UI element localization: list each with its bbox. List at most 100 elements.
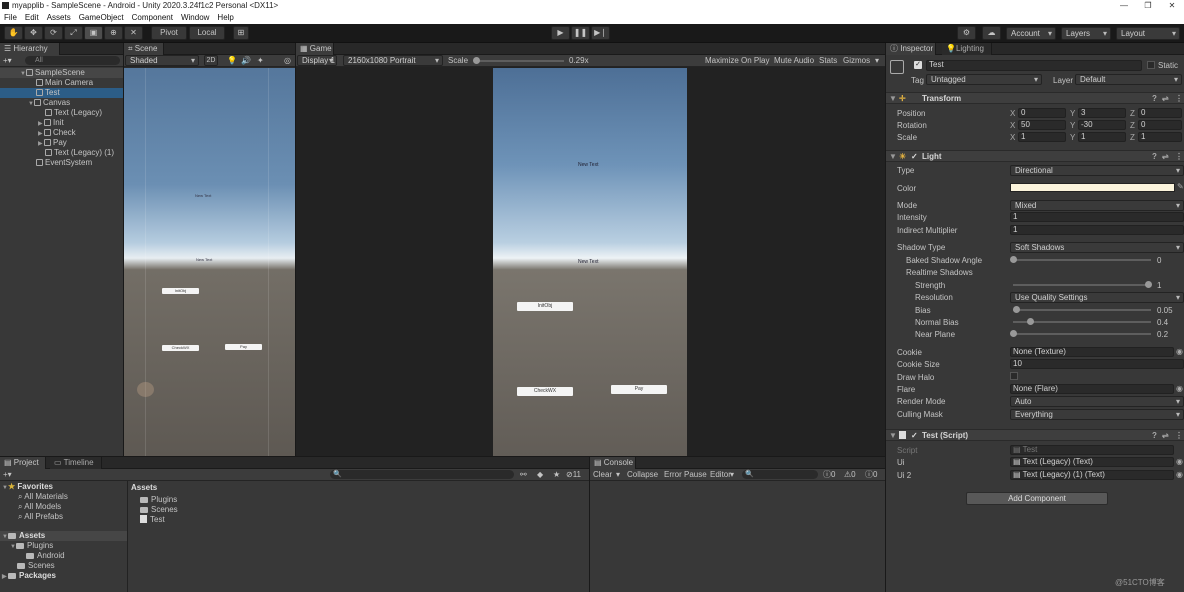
assets-breadcrumb[interactable]: Assets [131,483,157,493]
minimize-icon[interactable]: — [1112,0,1136,11]
fav-all-materials[interactable]: ⌕ All Materials [18,492,68,502]
scale-z-field[interactable]: 1 [1138,132,1182,142]
hidden-count-icon[interactable]: ⊘11 [566,469,581,481]
hierarchy-item-test[interactable]: Test [0,88,123,98]
position-x-field[interactable]: 0 [1018,108,1066,118]
light-header[interactable]: ▼ ☀ ✓ Light ? ⇌ ⋮ [886,150,1184,162]
active-checkbox[interactable]: ✓ [914,61,922,69]
resolution-dropdown[interactable]: 2160x1080 Portrait [343,55,443,66]
more-icon[interactable]: ⋮ [1175,430,1183,441]
menu-component[interactable]: Component [128,11,177,24]
error-count[interactable]: ⓘ0 [865,469,877,481]
hierarchy-item-text-legacy[interactable]: Text (Legacy) [0,108,123,118]
add-component-button[interactable]: Add Component [966,492,1108,505]
bias-value[interactable]: 0.05 [1157,306,1173,315]
intensity-field[interactable]: 1 [1010,212,1184,222]
favorite-star-icon[interactable]: ★ [553,469,560,481]
tab-scene[interactable]: ⌗ Scene [124,43,164,55]
hierarchy-item-check[interactable]: ▶ Check [0,128,123,138]
assets-tree-root[interactable]: ▼ Assets [0,531,127,541]
collapse-toggle[interactable]: Collapse [627,469,658,481]
help-icon[interactable]: ? [1152,151,1157,162]
help-icon[interactable]: ? [1152,430,1157,441]
hierarchy-item-text-legacy-1[interactable]: Text (Legacy) (1) [0,148,123,158]
menu-assets[interactable]: Assets [43,11,75,24]
log-count[interactable]: ⓘ0 [823,469,835,481]
display-dropdown[interactable]: Display 1 [297,55,337,66]
near-plane-track[interactable] [1013,333,1151,335]
eyedropper-icon[interactable]: ✎ [1177,182,1184,191]
gizmos-chevron-icon[interactable]: ▾ [875,55,879,67]
strength-value[interactable]: 1 [1157,281,1161,290]
strength-knob[interactable] [1145,281,1152,288]
tab-hierarchy[interactable]: ☰ Hierarchy [0,43,60,55]
ui2-field[interactable]: ▤ Text (Legacy) (1) (Text) [1010,470,1174,480]
asset-test-script[interactable]: Test [140,515,165,525]
hierarchy-item-canvas[interactable]: ▼ Canvas [0,98,123,108]
flare-field[interactable]: None (Flare) [1010,384,1174,394]
scale-y-field[interactable]: 1 [1078,132,1126,142]
editor-chevron-icon[interactable]: ▾ [730,469,734,481]
more-icon[interactable]: ⋮ [1175,151,1183,162]
visibility-icon[interactable]: ◎ [284,55,291,67]
transform-tool-icon[interactable]: ⊕ [104,26,123,40]
add-icon[interactable]: +▾ [3,55,12,67]
presets-icon[interactable]: ⇌ [1162,151,1169,162]
pause-icon[interactable]: ❚❚ [571,26,590,40]
object-picker-icon[interactable]: ◉ [1176,384,1183,393]
cloud-icon[interactable]: ☁ [982,26,1001,40]
asset-plugins[interactable]: Plugins [140,495,177,505]
tab-timeline[interactable]: ▭ Timeline [50,457,102,469]
layer-dropdown[interactable]: Default [1075,74,1182,85]
shadow-resolution-dropdown[interactable]: Use Quality Settings [1010,292,1184,303]
presets-icon[interactable]: ⇌ [1162,93,1169,104]
game-init-button[interactable]: InitObj [517,302,573,311]
fav-all-prefabs[interactable]: ⌕ All Prefabs [18,512,63,522]
tab-console[interactable]: ▤ Console [590,457,636,469]
light-color-swatch[interactable] [1010,183,1175,192]
account-dropdown[interactable]: Account [1006,27,1056,40]
favorites-header[interactable]: ▼★ Favorites [2,482,53,492]
script-enabled-checkbox[interactable]: ✓ [911,430,918,441]
bias-track[interactable] [1013,309,1151,311]
project-add-icon[interactable]: +▾ [3,469,12,481]
directional-light-gizmo-icon[interactable] [137,382,154,397]
light-enabled-checkbox[interactable]: ✓ [911,151,918,162]
rotation-x-field[interactable]: 50 [1018,120,1066,130]
scale-x-field[interactable]: 1 [1018,132,1066,142]
fx-toggle-icon[interactable]: ✦ [257,55,264,67]
hierarchy-item-eventsystem[interactable]: EventSystem [0,158,123,168]
tab-lighting[interactable]: 💡Lighting [942,43,992,55]
light-type-dropdown[interactable]: Directional [1010,165,1184,176]
grid-snap-icon[interactable]: ⊞ [233,26,249,40]
tree-android[interactable]: Android [26,551,65,561]
menu-help[interactable]: Help [213,11,237,24]
hierarchy-item-init[interactable]: ▶ Init [0,118,123,128]
filter-type-icon[interactable]: ⚯ [520,469,527,481]
local-toggle[interactable]: Local [189,26,225,40]
filter-label-icon[interactable]: ◆ [537,469,543,481]
cookie-size-field[interactable]: 10 [1010,359,1184,369]
error-pause-toggle[interactable]: Error Pause [664,469,707,481]
maximize-on-play-toggle[interactable]: Maximize On Play [705,55,769,67]
normal-bias-value[interactable]: 0.4 [1157,318,1168,327]
scale-slider-track[interactable] [474,60,564,62]
culling-mask-dropdown[interactable]: Everything [1010,409,1184,420]
menu-file[interactable]: File [0,11,21,24]
hierarchy-item-scene[interactable]: ▼ SampleScene [0,68,123,78]
object-name-field[interactable]: Test [926,60,1142,71]
scale-slider-knob[interactable] [473,57,480,64]
light-toggle-icon[interactable]: 💡 [227,55,237,67]
2d-toggle[interactable]: 2D [204,55,218,66]
tab-game[interactable]: ▦ Game [296,43,334,55]
strength-track[interactable] [1013,284,1151,286]
draw-halo-checkbox[interactable] [1010,372,1018,380]
asset-scenes[interactable]: Scenes [140,505,178,515]
light-mode-dropdown[interactable]: Mixed [1010,200,1184,211]
custom-tool-icon[interactable]: ✕ [124,26,143,40]
step-icon[interactable]: ▶❘ [591,26,610,40]
normal-bias-knob[interactable] [1027,318,1034,325]
help-icon[interactable]: ? [1152,93,1157,104]
object-picker-icon[interactable]: ◉ [1176,347,1183,356]
rotate-tool-icon[interactable]: ⟳ [44,26,63,40]
